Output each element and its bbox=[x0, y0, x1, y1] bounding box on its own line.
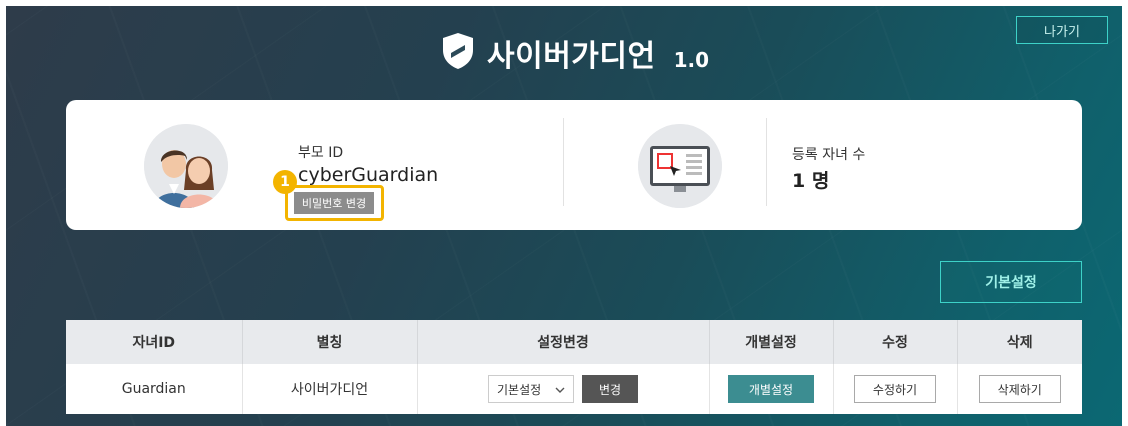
children-table: 자녀ID 별칭 설정변경 개별설정 수정 삭제 Guardian 사이버가디언 … bbox=[66, 320, 1082, 414]
alias-cell: 사이버가디언 bbox=[242, 364, 418, 414]
table-row: Guardian 사이버가디언 기본설정 변경 개별설정 수정하기 삭제하기 bbox=[66, 364, 1082, 414]
col-header-edit: 수정 bbox=[833, 320, 958, 364]
setting-select-value: 기본설정 bbox=[497, 382, 542, 397]
col-header-setting-change: 설정변경 bbox=[417, 320, 710, 364]
col-header-individual: 개별설정 bbox=[709, 320, 834, 364]
table-header-row: 자녀ID 별칭 설정변경 개별설정 수정 삭제 bbox=[66, 320, 1082, 364]
delete-cell: 삭제하기 bbox=[957, 364, 1082, 414]
setting-change-cell: 기본설정 변경 bbox=[417, 364, 710, 414]
monitor-icon bbox=[638, 124, 722, 208]
setting-select[interactable]: 기본설정 bbox=[488, 375, 574, 403]
edit-cell: 수정하기 bbox=[833, 364, 958, 414]
parents-avatar-icon bbox=[144, 124, 228, 208]
page-title: 사이버가디언 bbox=[487, 39, 656, 74]
exit-button[interactable]: 나가기 bbox=[1016, 16, 1108, 44]
app-title: 사이버가디언 1.0 bbox=[441, 28, 709, 78]
parent-id-value: cyberGuardian bbox=[298, 164, 439, 186]
change-button[interactable]: 변경 bbox=[582, 375, 638, 403]
shield-logo-icon bbox=[441, 32, 475, 74]
version-label: 1.0 bbox=[673, 48, 710, 72]
col-header-delete: 삭제 bbox=[957, 320, 1082, 364]
child-id-cell: Guardian bbox=[66, 364, 243, 414]
children-count-value: 1 명 bbox=[792, 170, 830, 192]
individual-settings-button[interactable]: 개별설정 bbox=[728, 375, 814, 403]
app-window: 나가기 사이버가디언 1.0 부모 ID cyberGuardian 비밀번호 … bbox=[6, 6, 1122, 426]
step-marker: 1 bbox=[273, 170, 297, 194]
highlight-box bbox=[285, 185, 384, 221]
individual-cell: 개별설정 bbox=[709, 364, 834, 414]
edit-button[interactable]: 수정하기 bbox=[854, 375, 936, 403]
delete-button[interactable]: 삭제하기 bbox=[978, 375, 1061, 403]
basic-settings-button[interactable]: 기본설정 bbox=[940, 261, 1082, 303]
col-header-child-id: 자녀ID bbox=[66, 320, 243, 364]
children-count-label: 등록 자녀 수 bbox=[792, 147, 866, 163]
chevron-down-icon bbox=[555, 382, 565, 396]
col-header-alias: 별칭 bbox=[242, 320, 418, 364]
profile-card: 부모 ID cyberGuardian 비밀번호 변경 1 등록 자녀 수 1 … bbox=[66, 100, 1082, 230]
divider bbox=[563, 118, 564, 206]
parent-id-label: 부모 ID bbox=[298, 145, 344, 161]
divider bbox=[766, 118, 767, 206]
